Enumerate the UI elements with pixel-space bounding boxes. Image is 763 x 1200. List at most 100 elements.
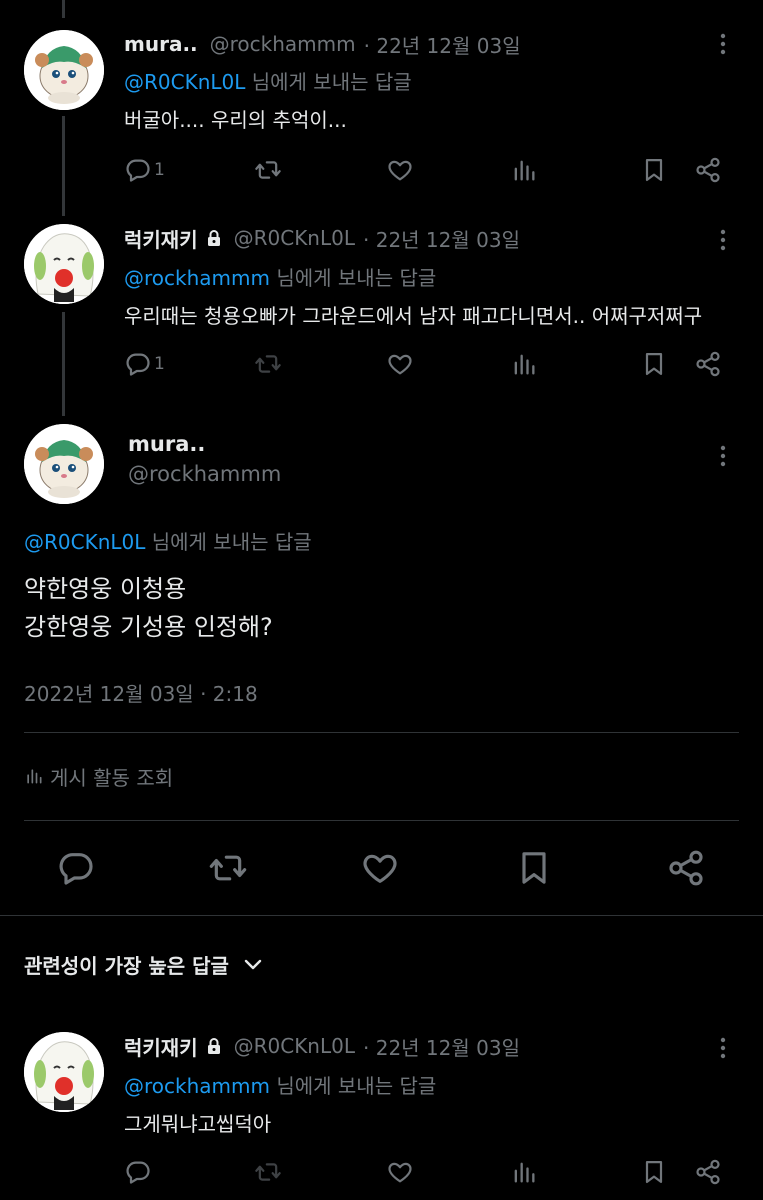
display-name[interactable]: mura.. [124,32,198,56]
bookmark-icon [640,1158,668,1186]
reply-icon [124,350,152,378]
sort-label: 관련성이 가장 높은 답글 [24,953,229,978]
share-button[interactable] [694,1154,722,1190]
bookmark-button[interactable] [640,1154,668,1190]
thread-line [62,0,65,18]
views-icon [24,766,44,786]
retweet-button [254,346,282,382]
views-button[interactable] [510,346,538,382]
views-icon [510,350,538,378]
reply-handle-link[interactable]: @R0CKnL0L [124,70,245,94]
lock-icon [207,1038,220,1054]
reply-handle-link[interactable]: @rockhammm [124,266,270,290]
bookmark-button[interactable] [640,346,668,382]
tweet-text: 버굴아.... 우리의 추억이... [124,108,347,132]
action-bar: 1 [124,152,734,188]
like-icon [386,350,414,378]
retweet-icon[interactable] [208,848,248,888]
views-button[interactable] [510,1154,538,1190]
retweet-icon [254,1158,282,1186]
avatar[interactable] [24,1032,104,1112]
reply-button[interactable]: 1 [124,346,165,382]
reply-tweet[interactable]: 럭키재키 @R0CKnL0L · 22년 12월 03일 @rockhammm … [0,1030,763,1200]
share-icon [694,350,722,378]
avatar[interactable] [24,224,104,304]
tweet-text-line: 약한영웅 이청용 [24,575,187,603]
action-bar [124,1154,734,1190]
tweet-text: 약한영웅 이청용 강한영웅 기성용 인정해? [24,570,273,646]
display-name[interactable]: 럭키재키 [124,224,198,253]
views-icon [510,156,538,184]
reply-icon[interactable] [56,848,96,888]
retweet-button[interactable] [254,152,282,188]
user-handle[interactable]: @rockhammm [128,462,281,486]
user-handle[interactable]: @rockhammm [210,32,356,56]
reply-context: @rockhammm 님에게 보내는 답글 [124,1070,436,1099]
main-tweet: mura.. @rockhammm @R0CKnL0L 님에게 보내는 답글 약… [0,424,763,914]
display-name[interactable]: mura.. [128,432,205,456]
tweet-text: 그게뭐냐고씹덕아 [124,1112,272,1136]
reply-handle-link[interactable]: @R0CKnL0L [24,530,145,554]
reply-count: 1 [154,160,165,180]
thread-tweet[interactable]: mura.. @rockhammm · 22년 12월 03일 @R0CKnL0… [0,28,763,198]
divider [24,820,739,821]
reply-button[interactable]: 1 [124,152,165,188]
retweet-icon [254,350,282,378]
reply-context: @R0CKnL0L 님에게 보내는 답글 [124,66,412,95]
retweet-button [254,1154,282,1190]
tweet-header: 럭키재키 @R0CKnL0L · 22년 12월 03일 [124,222,520,254]
action-bar: 1 [124,346,734,382]
display-name[interactable]: 럭키재키 [124,1032,198,1061]
tweet-date[interactable]: · 22년 12월 03일 [363,1032,520,1061]
share-icon [694,1158,722,1186]
like-icon [386,1158,414,1186]
like-icon[interactable] [360,848,400,888]
lock-icon [207,230,220,246]
post-activity-link[interactable]: 게시 활동 조회 [24,762,173,790]
like-button[interactable] [386,346,414,382]
divider [0,915,763,916]
main-action-bar [0,848,763,888]
tweet-date[interactable]: · 22년 12월 03일 [364,30,521,59]
views-icon [510,1158,538,1186]
reply-suffix: 님에게 보내는 답글 [151,530,312,554]
share-icon [694,156,722,184]
tweet-header: mura.. @rockhammm · 22년 12월 03일 [124,28,521,60]
reply-suffix: 님에게 보내는 답글 [276,266,437,290]
share-icon[interactable] [666,848,706,888]
bookmark-icon[interactable] [514,848,554,888]
share-button[interactable] [694,346,722,382]
thread-tweet[interactable]: 럭키재키 @R0CKnL0L · 22년 12월 03일 @rockhammm … [0,222,763,392]
avatar[interactable] [24,30,104,110]
like-button[interactable] [386,152,414,188]
chevron-down-icon [244,959,262,970]
share-button[interactable] [694,152,722,188]
tweet-date[interactable]: · 22년 12월 03일 [363,224,520,253]
retweet-icon [254,156,282,184]
more-icon[interactable] [713,1032,733,1064]
reply-suffix: 님에게 보내는 답글 [276,1074,437,1098]
sort-dropdown[interactable]: 관련성이 가장 높은 답글 [24,948,265,980]
post-activity-label: 게시 활동 조회 [50,765,174,790]
reply-icon [124,1158,152,1186]
like-icon [386,156,414,184]
bookmark-icon [640,156,668,184]
tweet-timestamp[interactable]: 2022년 12월 03일 · 2:18 [24,678,258,707]
tweet-text: 우리때는 청용오빠가 그라운드에서 남자 패고다니면서.. 어쩌구저쩌구 [124,304,703,328]
like-button[interactable] [386,1154,414,1190]
reply-context: @R0CKnL0L 님에게 보내는 답글 [24,526,312,555]
bookmark-button[interactable] [640,152,668,188]
more-icon[interactable] [713,440,733,472]
more-icon[interactable] [713,224,733,256]
reply-icon [124,156,152,184]
avatar[interactable] [24,424,104,504]
user-handle[interactable]: @R0CKnL0L [234,226,355,250]
reply-suffix: 님에게 보내는 답글 [251,70,412,94]
tweet-text-line: 강한영웅 기성용 인정해? [24,613,273,641]
more-icon[interactable] [713,28,733,60]
views-button[interactable] [510,152,538,188]
reply-handle-link[interactable]: @rockhammm [124,1074,270,1098]
user-handle[interactable]: @R0CKnL0L [234,1034,355,1058]
bookmark-icon [640,350,668,378]
reply-button[interactable] [124,1154,152,1190]
